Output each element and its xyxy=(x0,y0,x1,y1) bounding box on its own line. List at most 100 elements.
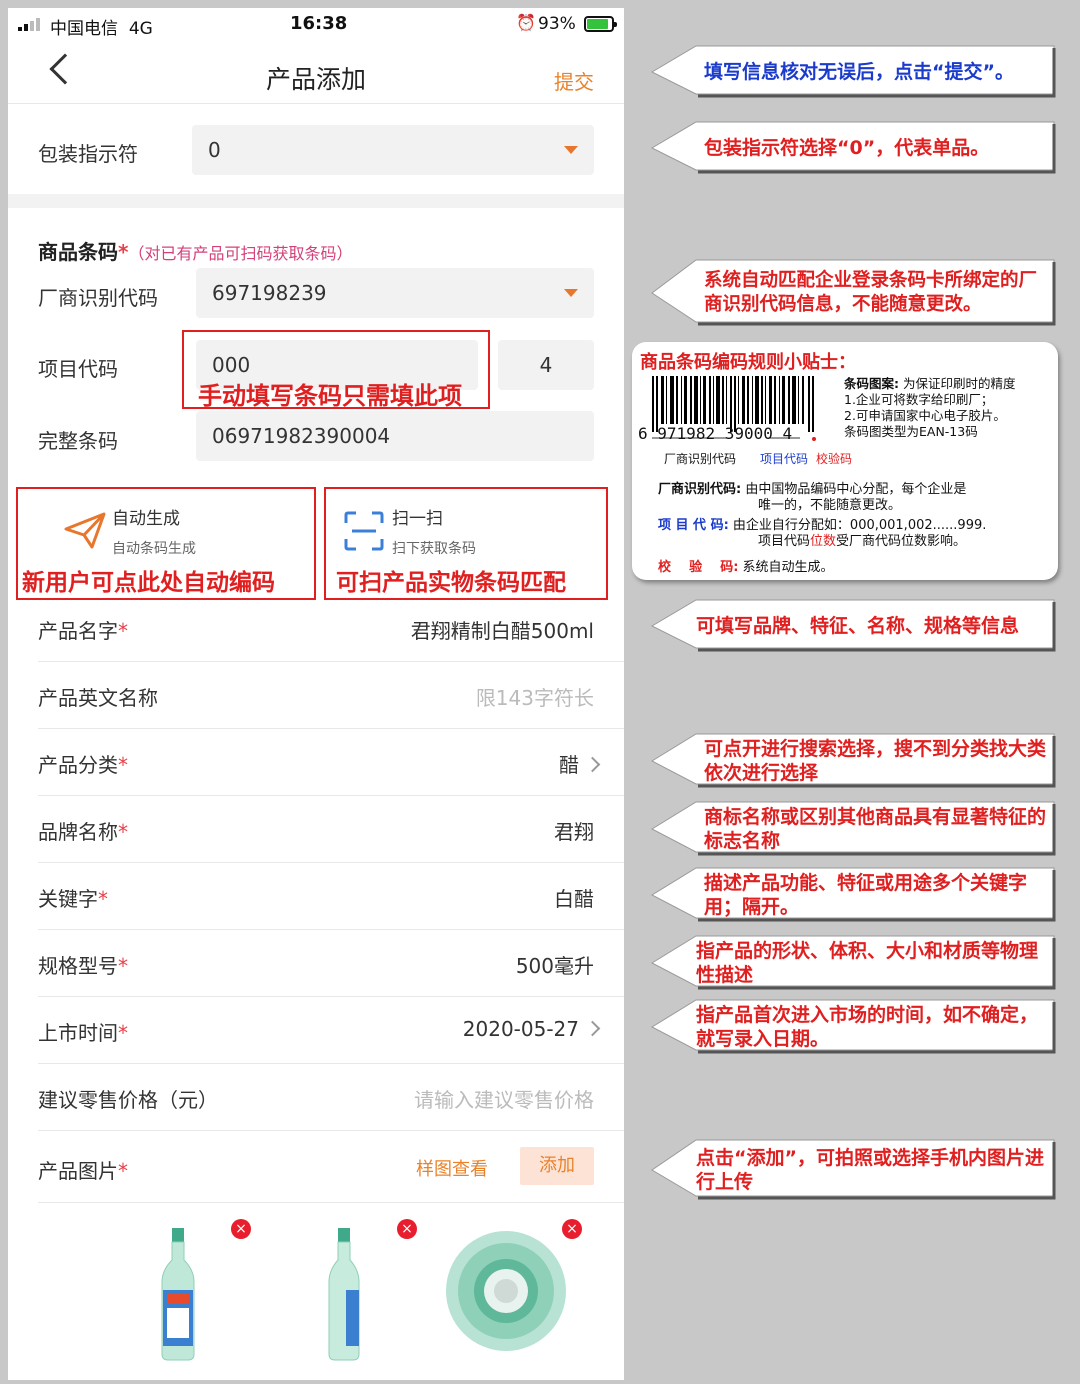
caption-manufacturer: 厂商识别代码 xyxy=(664,452,737,466)
row-label: 品牌名称* xyxy=(38,820,128,844)
bottle-side-image xyxy=(328,1228,360,1361)
battery-icon xyxy=(584,16,617,32)
delete-image-3-icon[interactable]: × xyxy=(562,1219,582,1239)
manufacturer-code-label: 厂商识别代码 xyxy=(38,286,158,310)
product-image-3[interactable] xyxy=(445,1230,567,1352)
battery-percent: 93% xyxy=(538,14,576,34)
form-row-product-name[interactable]: 产品名字* 君翔精制白醋500ml xyxy=(38,595,624,662)
callout-submit: 填写信息核对无误后，点击“提交”。 xyxy=(648,44,1056,100)
check-rule: 校 验 码: 系统自动生成。 xyxy=(658,560,834,575)
dropdown-caret-icon xyxy=(564,289,578,297)
carrier-label: 中国电信 4G xyxy=(50,19,153,39)
callout-text: 商标名称或区别其他商品具有显著特征的标志名称 xyxy=(704,806,1047,852)
clock: 16:38 xyxy=(290,13,348,34)
form-row-brand[interactable]: 品牌名称* 君翔 xyxy=(38,796,624,863)
packaging-value: 0 xyxy=(208,138,221,162)
callout-text: 描述产品功能、特征或用途多个关键字用；隔开。 xyxy=(704,872,1028,918)
packaging-label: 包装指示符 xyxy=(38,142,138,166)
form-row-english-name[interactable]: 产品英文名称 限143字符长 xyxy=(38,662,624,729)
row-label: 规格型号* xyxy=(38,954,128,978)
bottle-top-image xyxy=(446,1231,566,1351)
dropdown-caret-icon xyxy=(564,146,578,154)
callout-text: 填写信息核对无误后，点击“提交”。 xyxy=(704,61,1014,83)
delete-image-2-icon[interactable]: × xyxy=(397,1219,417,1239)
product-image-2[interactable] xyxy=(326,1226,362,1362)
product-image-1[interactable] xyxy=(158,1226,198,1362)
item-rule: 项 目 代 码: 由企业自行分配如：000,001,002......999. … xyxy=(658,518,987,549)
check-digit-value: 4 xyxy=(539,353,553,377)
callout-keywords: 描述产品功能、特征或用途多个关键字用；隔开。 xyxy=(648,866,1056,924)
full-barcode-label: 完整条码 xyxy=(38,429,118,453)
row-label: 关键字* xyxy=(38,887,108,911)
english-name-input[interactable]: 限143字符长 xyxy=(476,682,594,711)
manufacturer-rule: 厂商识别代码: 由中国物品编码中心分配，每个企业是 唯一的，不能随意更改。 xyxy=(658,482,967,513)
check-digit-field: 4 xyxy=(498,340,594,390)
phone-screen: 中国电信 4G 16:38 ⏰ 93% 产品添加 提交 包装指示符 0 商品条码… xyxy=(8,8,624,1380)
section-divider xyxy=(8,194,624,208)
retail-price-input[interactable]: 请输入建议零售价格 xyxy=(414,1084,594,1113)
barcode-tips-card: 商品条码编码规则小贴士： 6 971982 39000 4 厂商识别代码 项目代… xyxy=(632,342,1058,580)
launch-date-value: 2020-05-27 xyxy=(463,1017,601,1041)
form-row-retail-price[interactable]: 建议零售价格（元） 请输入建议零售价格 xyxy=(38,1064,624,1131)
form-row-keywords[interactable]: 关键字* 白醋 xyxy=(38,863,624,930)
item-code-label: 项目代码 xyxy=(38,357,118,381)
signal-icon xyxy=(18,18,40,31)
nav-bar: 产品添加 提交 xyxy=(8,44,624,104)
callout-text: 包装指示符选择“0”，代表单品。 xyxy=(704,137,990,159)
callout-text: 可填写品牌、特征、名称、规格等信息 xyxy=(696,615,1020,637)
row-label: 产品分类* xyxy=(38,753,128,777)
sample-image-link[interactable]: 样图查看 xyxy=(416,1155,488,1181)
spec-value: 500毫升 xyxy=(515,954,594,978)
manufacturer-code-value: 697198239 xyxy=(212,281,327,305)
row-label: 建议零售价格（元） xyxy=(38,1088,218,1112)
tips-title: 商品条码编码规则小贴士： xyxy=(640,352,856,373)
callout-images: 点击“添加”，可拍照或选择手机内图片进行上传 xyxy=(648,1138,1056,1202)
submit-button[interactable]: 提交 xyxy=(554,66,594,95)
bottle-image xyxy=(161,1228,195,1361)
row-label: 产品名字* xyxy=(38,619,128,643)
caption-check: 校验码 xyxy=(816,452,853,466)
chevron-right-icon xyxy=(584,756,601,773)
auto-generate-note: 新用户可点此处自动编码 xyxy=(22,570,275,596)
chevron-right-icon xyxy=(584,1020,601,1037)
category-value: 醋 xyxy=(559,749,601,778)
callout-brand: 商标名称或区别其他商品具有显著特征的标志名称 xyxy=(648,800,1056,858)
form-row-spec[interactable]: 规格型号* 500毫升 xyxy=(38,930,624,997)
alarm-icon: ⏰ xyxy=(516,13,536,32)
callout-text: 指产品首次进入市场的时间，如不确定，就写录入日期。 xyxy=(696,1004,1039,1050)
page-title: 产品添加 xyxy=(265,65,366,94)
form-row-product-images: 产品图片* 样图查看 添加 xyxy=(38,1131,624,1203)
barcode-hint: （对已有产品可扫码获取条码） xyxy=(128,244,353,263)
barcode-digits: 6 971982 39000 4 xyxy=(638,424,793,443)
keywords-value: 白醋 xyxy=(554,887,594,911)
row-label: 上市时间* xyxy=(38,1021,128,1045)
product-name-value: 君翔精制白醋500ml xyxy=(410,619,594,643)
form-row-category[interactable]: 产品分类* 醋 xyxy=(38,729,624,796)
status-bar: 中国电信 4G 16:38 ⏰ 93% xyxy=(8,8,624,44)
callout-text: 点击“添加”，可拍照或选择手机内图片进行上传 xyxy=(696,1147,1044,1193)
delete-image-1-icon[interactable]: × xyxy=(231,1219,251,1239)
full-barcode-value: 06971982390004 xyxy=(212,424,391,448)
callout-manufacturer: 系统自动匹配企业登录条码卡所绑定的厂商识别代码信息，不能随意更改。 xyxy=(648,258,1056,328)
full-barcode-field: 06971982390004 xyxy=(196,411,594,461)
callout-text: 系统自动匹配企业登录条码卡所绑定的厂商识别代码信息，不能随意更改。 xyxy=(704,270,1038,315)
callout-packaging: 包装指示符选择“0”，代表单品。 xyxy=(648,120,1056,176)
callout-spec: 指产品的形状、体积、大小和材质等物理性描述 xyxy=(648,934,1056,992)
manufacturer-code-select[interactable]: 697198239 xyxy=(196,268,594,318)
callout-category: 可点开进行搜索选择，搜不到分类找大类依次进行选择 xyxy=(648,732,1056,790)
row-label: 产品英文名称 xyxy=(38,686,158,710)
add-image-button[interactable]: 添加 xyxy=(520,1147,594,1185)
form-row-launch-date[interactable]: 上市时间* 2020-05-27 xyxy=(38,997,624,1064)
scan-note: 可扫产品实物条码匹配 xyxy=(336,570,566,596)
packaging-select[interactable]: 0 xyxy=(192,125,594,175)
callout-text: 可点开进行搜索选择，搜不到分类找大类依次进行选择 xyxy=(704,738,1047,784)
callout-product-name: 可填写品牌、特征、名称、规格等信息 xyxy=(648,598,1056,654)
pattern-note: 条码图案: 为保证印刷时的精度 1.企业可将数字给印刷厂； 2.可申请国家中心电… xyxy=(844,376,1016,439)
manual-fill-note: 手动填写条码只需填此项 xyxy=(198,382,462,410)
caption-item: 项目代码 xyxy=(760,452,809,466)
row-label: 产品图片* xyxy=(38,1159,128,1183)
barcode-section-title: 商品条码*（对已有产品可扫码获取条码） xyxy=(38,240,353,264)
callout-launch-date: 指产品首次进入市场的时间，如不确定，就写录入日期。 xyxy=(648,998,1056,1056)
brand-value: 君翔 xyxy=(554,820,594,844)
callout-text: 指产品的形状、体积、大小和材质等物理性描述 xyxy=(696,940,1039,986)
